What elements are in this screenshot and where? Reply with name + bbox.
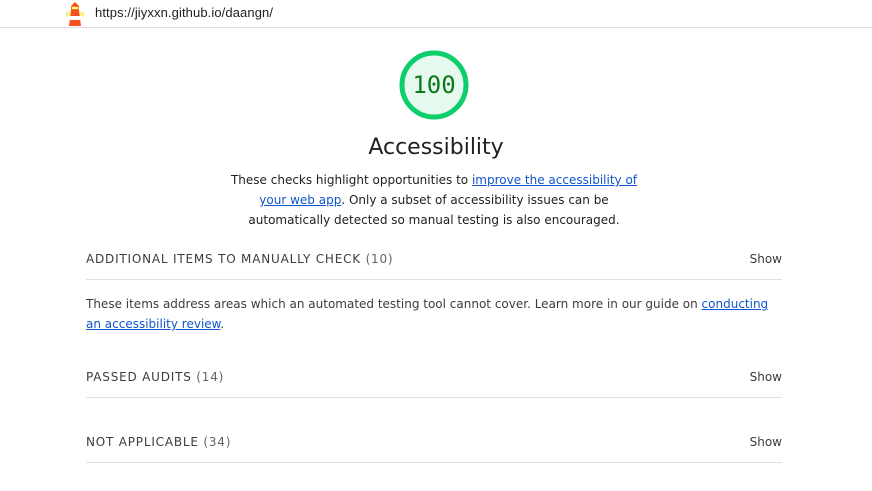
top-bar: https://jiyxxn.github.io/daangn/ (0, 0, 872, 28)
group-count: (14) (196, 370, 225, 384)
group-manual-check[interactable]: Additional items to manually check (10) … (86, 240, 782, 280)
show-toggle[interactable]: Show (750, 370, 782, 384)
group-title: Additional items to manually check (10) (86, 252, 394, 266)
show-toggle[interactable]: Show (750, 435, 782, 449)
group-count: (34) (203, 435, 232, 449)
group-title: Not applicable (34) (86, 435, 232, 449)
lighthouse-icon (66, 2, 84, 26)
divider (86, 462, 782, 463)
group-title: Passed audits (14) (86, 370, 225, 384)
score-value: 100 (412, 71, 456, 99)
divider (86, 279, 782, 280)
divider (86, 397, 782, 398)
group-count: (10) (365, 252, 394, 266)
page-url: https://jiyxxn.github.io/daangn/ (95, 5, 274, 20)
show-toggle[interactable]: Show (750, 252, 782, 266)
group-not-applicable[interactable]: Not applicable (34) Show (86, 423, 782, 463)
category-title: Accessibility (368, 135, 504, 160)
group-passed-audits[interactable]: Passed audits (14) Show (86, 358, 782, 398)
category-description: These checks highlight opportunities to … (230, 173, 638, 227)
manual-check-note: These items address areas which an autom… (86, 297, 769, 331)
